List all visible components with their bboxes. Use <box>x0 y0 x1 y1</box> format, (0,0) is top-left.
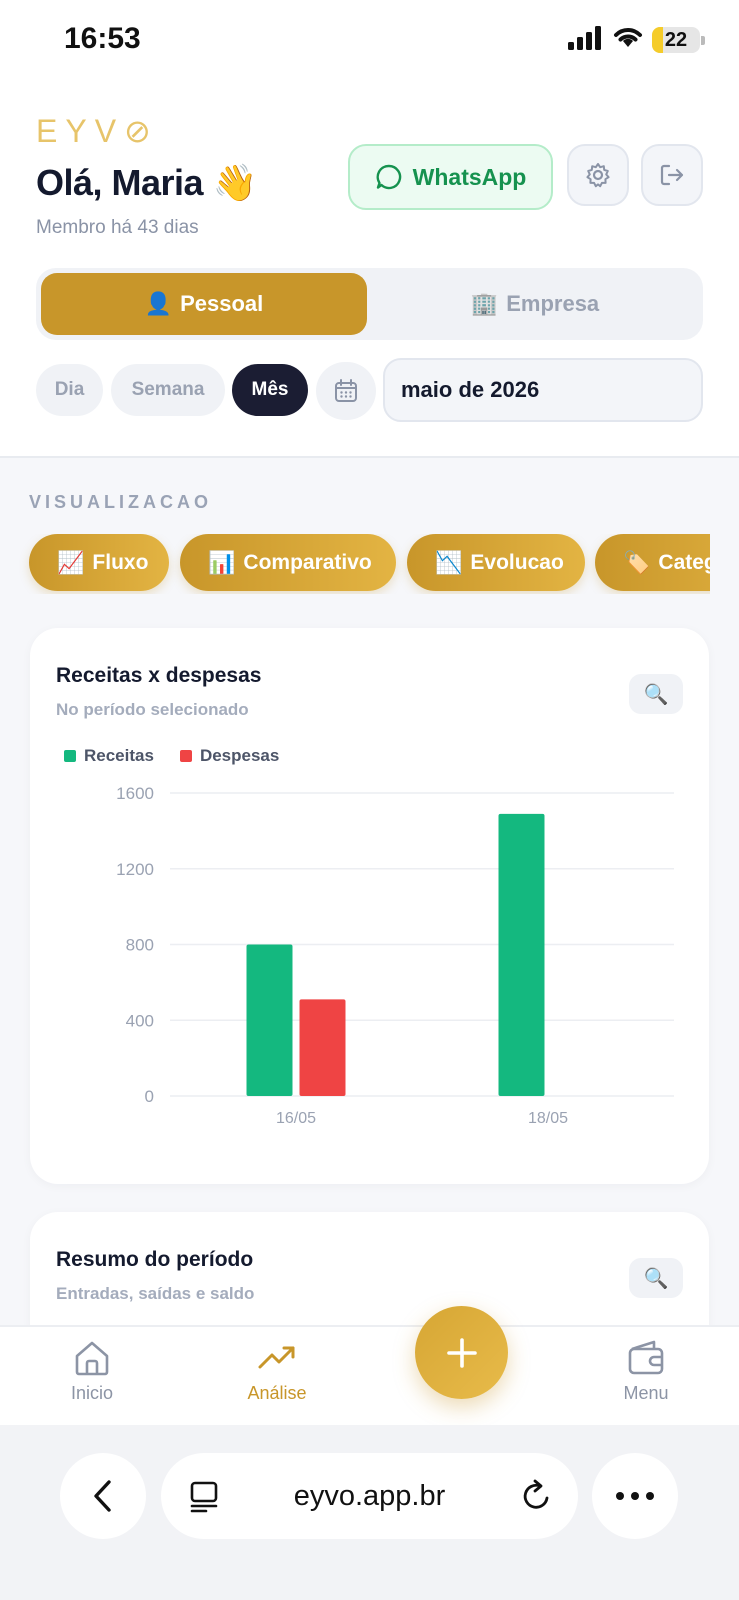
bar-receitas <box>246 944 293 1096</box>
building-icon: 🏢 <box>470 291 499 316</box>
y-tick-label: 400 <box>126 1011 154 1030</box>
plus-icon <box>446 1337 477 1368</box>
chip-comparativo-label: Comparativo <box>243 550 372 574</box>
status-time: 16:53 <box>64 22 141 55</box>
bar-receitas <box>498 813 545 1096</box>
bar-chart-icon: 📊 <box>208 549 236 575</box>
bar-despesas <box>299 999 346 1096</box>
chip-evolucao-label: Evolucao <box>470 550 564 574</box>
visualization-chips: 📈 Fluxo 📊 Comparativo 📉 Evolucao 🏷️ Cate… <box>0 534 710 594</box>
browser-more-button[interactable] <box>592 1453 678 1539</box>
nav-label-inicio: Inicio <box>70 1383 114 1403</box>
bar-chart: 0 400 800 1200 1600 16/05 18/05 <box>116 784 674 1127</box>
profile-toggle: 👤 Pessoal 🏢 Empresa <box>36 268 703 340</box>
y-tick-label: 800 <box>126 936 154 955</box>
battery-level: 22 <box>664 29 688 51</box>
whatsapp-button[interactable]: WhatsApp <box>348 144 553 210</box>
browser-toolbar: eyvo.app.br <box>0 1425 739 1600</box>
wallet-icon <box>628 1340 664 1375</box>
date-field[interactable]: maio de 2026 <box>383 358 703 422</box>
y-tick-label: 1200 <box>116 860 154 879</box>
chip-evolucao[interactable]: 📉 Evolucao <box>407 534 585 591</box>
more-dots-icon <box>616 1492 654 1500</box>
nav-item-menu[interactable]: Menu <box>586 1339 706 1404</box>
logout-icon <box>660 164 684 186</box>
toggle-business[interactable]: 🏢 Empresa <box>372 273 698 335</box>
chevron-left-icon <box>94 1480 111 1512</box>
url-text: eyvo.app.br <box>293 1479 446 1512</box>
app-header: EYV⊘ Olá, Maria 👋 Membro há 43 dias What… <box>0 80 739 458</box>
chip-fluxo-label: Fluxo <box>92 550 149 574</box>
gear-icon <box>586 163 610 188</box>
summary-card-subtitle: Entradas, saídas e saldo <box>56 1284 255 1303</box>
y-tick-label: 0 <box>145 1087 154 1106</box>
chart-card: Receitas x despesas No período seleciona… <box>30 628 709 1184</box>
battery-icon: 22 <box>652 27 700 53</box>
period-day[interactable]: Dia <box>36 364 103 416</box>
cellular-signal-icon <box>568 26 601 50</box>
visualization-heading: VISUALIZACAO <box>29 492 212 512</box>
nav-label-menu: Menu <box>623 1383 669 1403</box>
chart-down-icon: 📉 <box>435 549 463 575</box>
summary-card-title: Resumo do período <box>56 1248 254 1271</box>
period-week[interactable]: Semana <box>111 364 225 416</box>
calendar-icon <box>335 379 357 402</box>
bottom-nav: Inicio Análise Menu <box>0 1325 739 1425</box>
settings-button[interactable] <box>567 144 629 206</box>
status-bar: 16:53 22 <box>0 0 739 80</box>
nav-label-analise: Análise <box>247 1383 307 1403</box>
greeting-title: Olá, Maria 👋 <box>36 162 257 203</box>
add-transaction-button[interactable] <box>415 1306 508 1399</box>
magnifier-icon: 🔍 <box>643 1267 669 1290</box>
toggle-personal[interactable]: 👤 Pessoal <box>41 273 367 335</box>
logout-button[interactable] <box>641 144 703 206</box>
y-tick-label: 1600 <box>116 784 154 803</box>
browser-back-button[interactable] <box>60 1453 146 1539</box>
chat-bubble-icon <box>376 164 401 190</box>
chip-categorias[interactable]: 🏷️ Categorias <box>595 534 710 591</box>
tag-icon: 🏷️ <box>623 549 651 575</box>
address-bar[interactable]: eyvo.app.br <box>161 1453 578 1539</box>
battery-cap <box>701 36 705 45</box>
trending-up-icon <box>258 1346 295 1369</box>
nav-item-analise[interactable]: Análise <box>217 1339 337 1404</box>
calendar-button[interactable] <box>316 362 376 420</box>
period-month[interactable]: Mês <box>232 364 308 416</box>
chart-up-icon: 📈 <box>57 549 85 575</box>
x-tick-label: 16/05 <box>276 1110 316 1127</box>
toggle-business-label: Empresa <box>506 291 600 316</box>
reload-icon[interactable] <box>520 1478 554 1514</box>
x-tick-label: 18/05 <box>528 1110 568 1127</box>
chip-categorias-label: Categorias <box>658 550 710 574</box>
whatsapp-label: WhatsApp <box>412 163 527 190</box>
wifi-icon <box>614 28 642 47</box>
chip-fluxo[interactable]: 📈 Fluxo <box>29 534 169 591</box>
brand-logo: EYV⊘ <box>36 113 159 149</box>
person-icon: 👤 <box>144 291 173 316</box>
nav-item-inicio[interactable]: Inicio <box>32 1339 152 1404</box>
toggle-personal-label: Pessoal <box>180 291 264 316</box>
chip-comparativo[interactable]: 📊 Comparativo <box>180 534 396 591</box>
home-icon <box>75 1341 109 1376</box>
member-since-text: Membro há 43 dias <box>36 217 199 238</box>
summary-zoom-button[interactable]: 🔍 <box>629 1258 683 1298</box>
